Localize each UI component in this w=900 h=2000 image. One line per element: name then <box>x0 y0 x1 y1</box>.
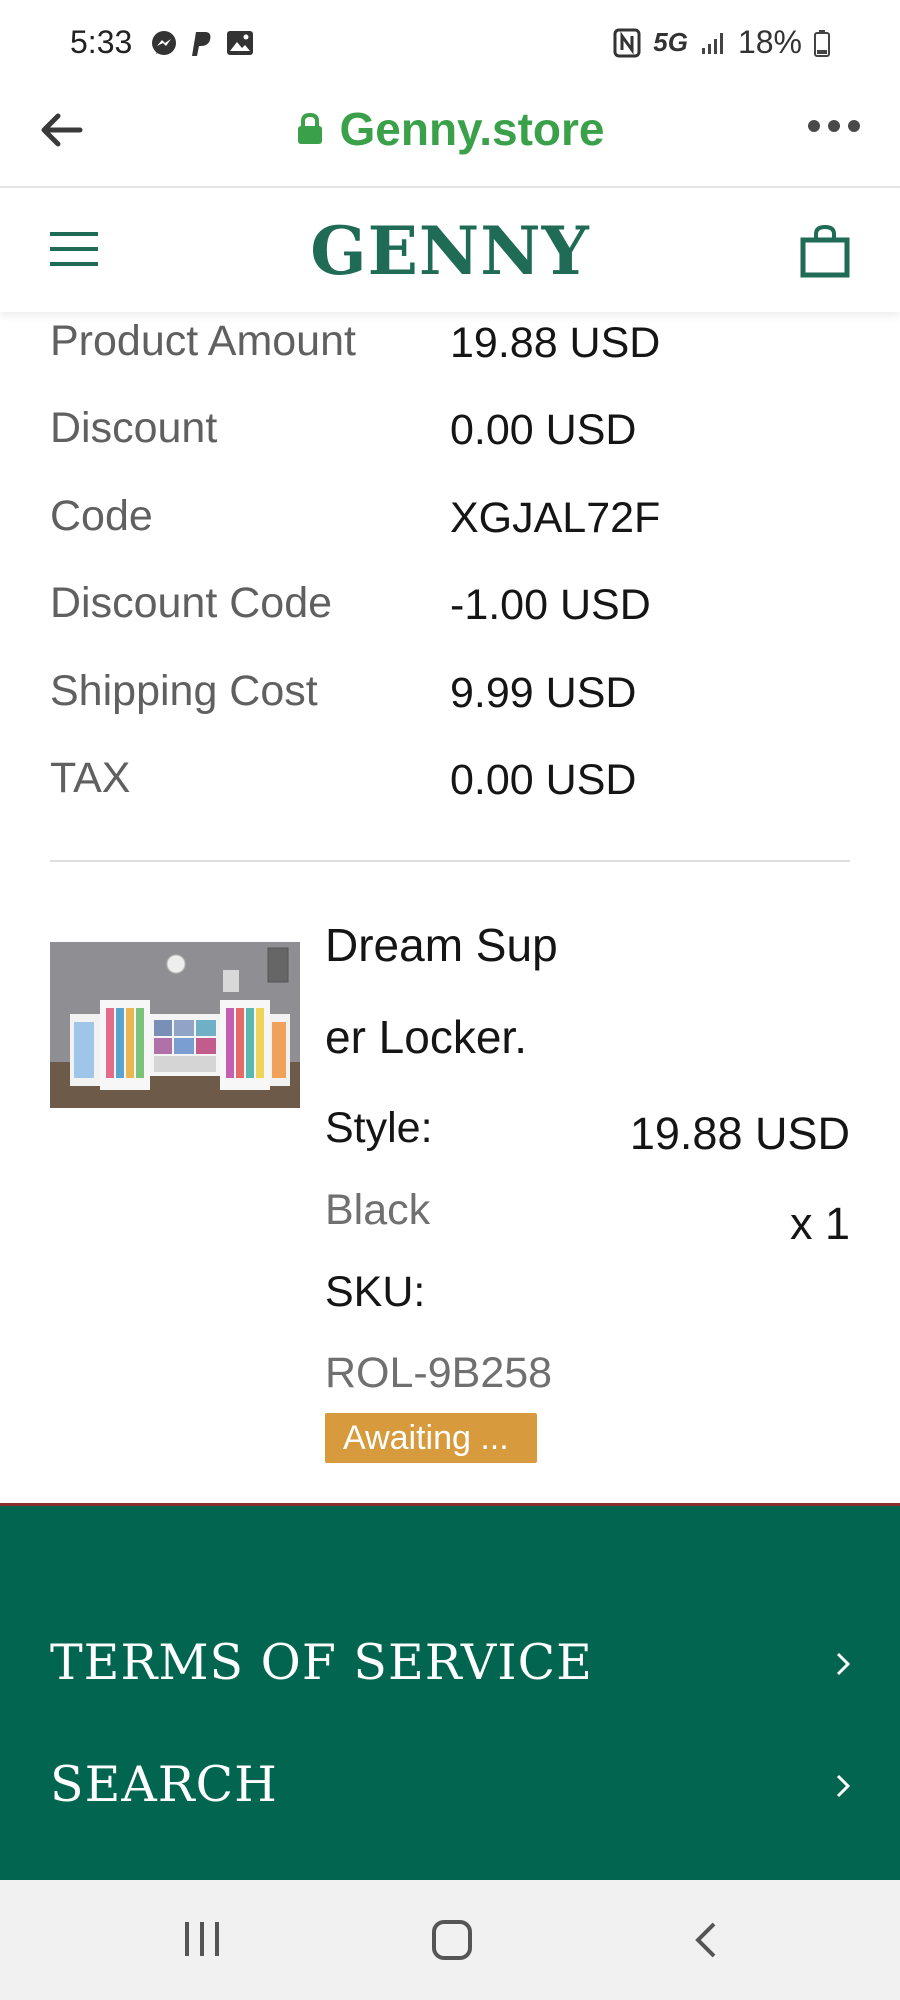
sku-label: SKU: <box>325 1268 426 1316</box>
summary-label: Code <box>50 492 153 540</box>
site-footer: TERMS OF SERVICE SEARCH <box>0 1503 900 1884</box>
summary-label: Discount Code <box>50 579 333 627</box>
summary-label: Shipping Cost <box>50 667 318 715</box>
url-text: Genny.store <box>339 103 605 155</box>
battery-percent: 18% <box>737 24 802 60</box>
messenger-icon <box>152 31 176 55</box>
nfc-icon <box>613 28 641 57</box>
sku-value: ROL-9B258 <box>325 1349 553 1397</box>
summary-value: 0.00 USD <box>450 756 637 804</box>
system-nav-bar <box>0 1880 900 2000</box>
cart-icon[interactable] <box>800 224 850 278</box>
product-title[interactable]: Dream Sup <box>325 918 558 972</box>
summary-label: TAX <box>50 754 131 802</box>
summary-value: 0.00 USD <box>450 406 637 454</box>
back-icon[interactable] <box>690 1920 720 1960</box>
chevron-right-icon[interactable] <box>834 1650 852 1678</box>
status-time: 5:33 <box>70 24 133 60</box>
product-image[interactable] <box>50 942 300 1108</box>
product-title[interactable]: er Locker. <box>325 1010 527 1064</box>
status-bar: 5:33 5G 18% <box>0 0 900 88</box>
summary-value: 19.88 USD <box>450 319 661 367</box>
battery-icon <box>814 29 830 57</box>
network-type: 5G <box>653 27 688 57</box>
summary-label: Discount <box>50 404 218 452</box>
signal-icon <box>701 32 723 54</box>
status-badge: Awaiting ... <box>325 1413 537 1463</box>
summary-label: Product Amount <box>50 317 356 365</box>
chevron-right-icon[interactable] <box>834 1772 852 1800</box>
paypal-icon <box>192 32 211 56</box>
summary-value: XGJAL72F <box>450 494 661 542</box>
status-right: 5G 18% <box>613 24 830 61</box>
style-value: Black <box>325 1186 431 1234</box>
footer-link-label[interactable]: SEARCH <box>50 1756 278 1813</box>
product-quantity: x 1 <box>789 1198 850 1249</box>
address-bar[interactable]: Genny.store <box>0 102 900 156</box>
site-header: GENNY <box>0 188 900 312</box>
browser-bar: Genny.store <box>0 88 900 188</box>
recents-icon[interactable] <box>182 1920 222 1958</box>
summary-value: 9.99 USD <box>450 669 637 717</box>
site-logo[interactable]: GENNY <box>0 212 900 290</box>
summary-value: -1.00 USD <box>450 581 651 629</box>
footer-link-label[interactable]: TERMS OF SERVICE <box>50 1634 593 1691</box>
product-price: 19.88 USD <box>629 1108 850 1159</box>
divider <box>50 860 850 862</box>
style-label: Style: <box>325 1104 433 1152</box>
home-icon[interactable] <box>430 1918 474 1962</box>
gallery-icon <box>227 31 253 55</box>
lock-icon <box>297 112 322 144</box>
more-icon[interactable] <box>806 118 862 134</box>
